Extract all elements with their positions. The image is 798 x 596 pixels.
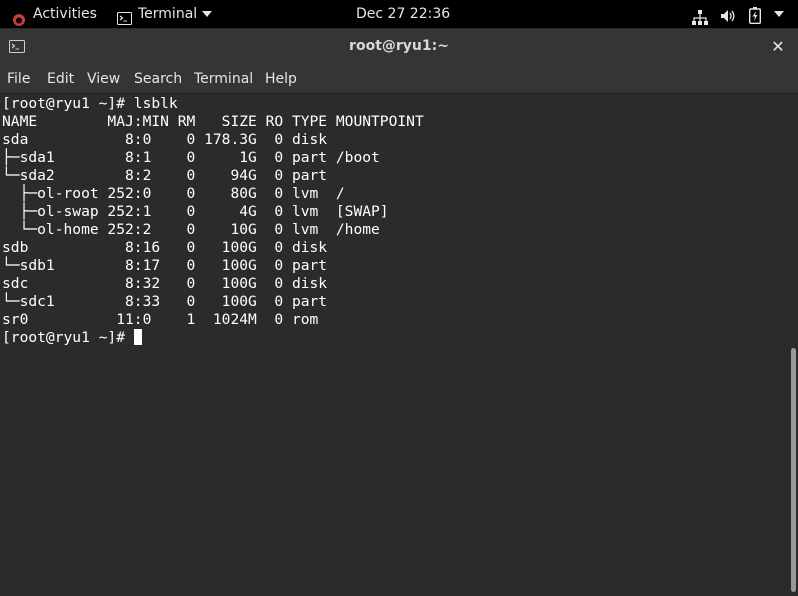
close-icon[interactable]: ✕ — [766, 35, 790, 59]
vertical-scrollbar[interactable] — [789, 94, 798, 596]
terminal-line: sdc 8:32 0 100G 0 disk — [2, 275, 328, 292]
terminal-output[interactable]: [root@ryu1 ~]# lsblk NAME MAJ:MIN RM SIZ… — [0, 94, 789, 596]
menu-edit[interactable]: Edit — [47, 64, 74, 94]
menu-view[interactable]: View — [87, 64, 120, 94]
app-menu-button[interactable]: Terminal — [138, 0, 197, 28]
window-title: root@ryu1:~ — [349, 38, 449, 54]
terminal-line: └─ol-home 252:2 0 10G 0 lvm /home — [2, 221, 380, 238]
terminal-line: sda 8:0 0 178.3G 0 disk — [2, 131, 328, 148]
menu-search[interactable]: Search — [134, 64, 182, 94]
terminal-line: ├─ol-swap 252:1 0 4G 0 lvm [SWAP] — [2, 203, 389, 220]
terminal-line: └─sda2 8:2 0 94G 0 part — [2, 167, 328, 184]
activities-button[interactable]: Activities — [33, 0, 97, 28]
terminal-line: [root@ryu1 ~]# lsblk — [2, 95, 178, 112]
text-cursor — [133, 329, 142, 345]
menu-file[interactable]: File — [7, 64, 30, 94]
menu-terminal[interactable]: Terminal — [194, 64, 253, 94]
clock-button[interactable]: Dec 27 22:36 — [356, 0, 450, 28]
terminal-line: sr0 11:0 1 1024M 0 rom — [2, 311, 319, 328]
menu-help[interactable]: Help — [265, 64, 297, 94]
scrollbar-thumb[interactable] — [791, 348, 796, 592]
terminal-line: ├─ol-root 252:0 0 80G 0 lvm / — [2, 185, 345, 202]
terminal-line: sdb 8:16 0 100G 0 disk — [2, 239, 328, 256]
terminal-line: ├─sda1 8:1 0 1G 0 part /boot — [2, 149, 380, 166]
terminal-line: └─sdb1 8:17 0 100G 0 part — [2, 257, 328, 274]
terminal-line: NAME MAJ:MIN RM SIZE RO TYPE MOUNTPOINT — [2, 113, 424, 130]
terminal-line: └─sdc1 8:33 0 100G 0 part — [2, 293, 328, 310]
prompt-text: [root@ryu1 ~]# — [2, 329, 134, 346]
window-titlebar[interactable]: root@ryu1:~ ✕ — [0, 28, 798, 64]
gnome-top-bar: Activities Terminal Dec 27 22:36 — [0, 0, 798, 28]
menu-bar: File Edit View Search Terminal Help — [0, 64, 798, 94]
prompt-line[interactable]: [root@ryu1 ~]# — [0, 329, 789, 347]
